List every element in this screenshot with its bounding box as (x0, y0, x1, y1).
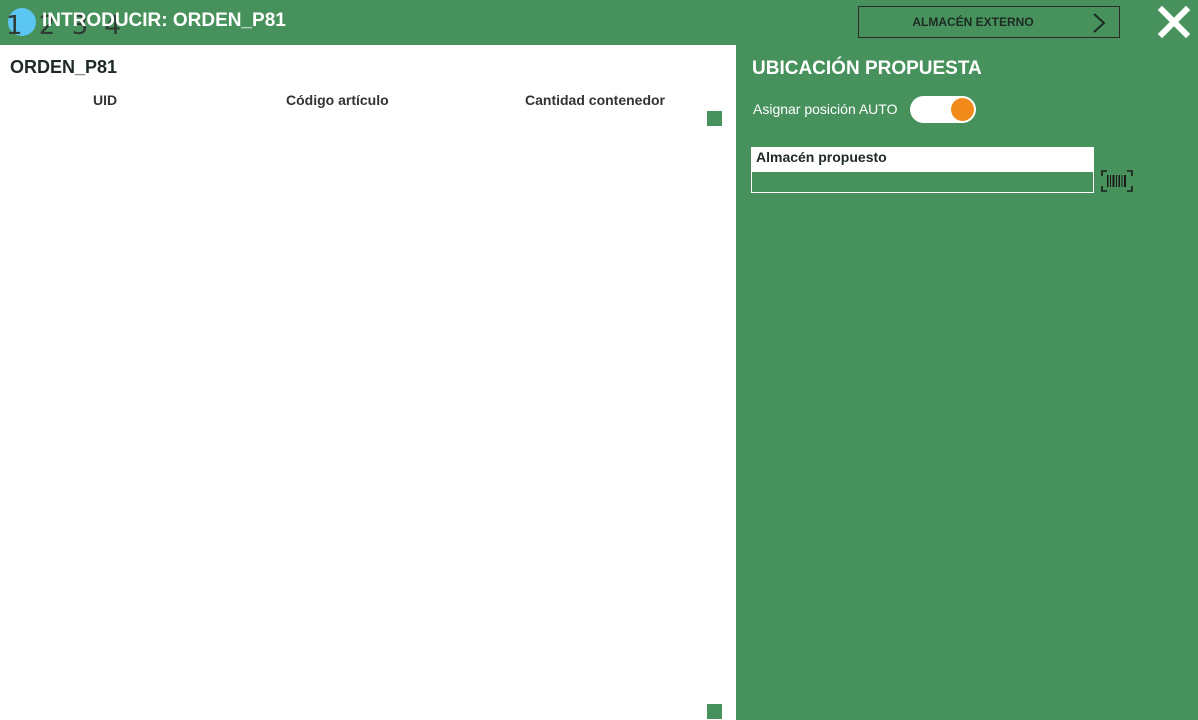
scroll-marker-bottom[interactable] (707, 704, 722, 719)
header-bar: 1 2 3 4 INTRODUCIR: ORDEN_P81 ALMACÉN EX… (0, 0, 1198, 45)
toggle-knob (951, 98, 974, 121)
auto-position-label: Asignar posición AUTO (753, 101, 898, 117)
column-header-uid: UID (93, 92, 118, 108)
order-title: ORDEN_P81 (10, 57, 118, 77)
external-warehouse-label: ALMACÉN EXTERNO (912, 15, 1034, 29)
column-header-item-code: Código artículo (286, 92, 389, 108)
location-title: UBICACIÓN PROPUESTA (752, 58, 982, 79)
chevron-right-icon (1093, 13, 1106, 33)
proposed-warehouse-label: Almacén propuesto (751, 147, 1094, 171)
location-panel: UBICACIÓN PROPUESTA Asignar posición AUT… (736, 45, 1198, 720)
external-warehouse-button[interactable]: ALMACÉN EXTERNO (858, 6, 1120, 38)
auto-position-toggle[interactable] (910, 96, 976, 123)
order-panel: ORDEN_P81 UID Código artículo Cantidad c… (0, 45, 736, 720)
column-header-container-quantity: Cantidad contenedor (525, 92, 666, 108)
barcode-scan-icon[interactable] (1100, 168, 1134, 194)
close-icon[interactable] (1156, 4, 1192, 40)
proposed-warehouse-input[interactable] (751, 171, 1094, 193)
scroll-marker-top[interactable] (707, 111, 722, 126)
page-title: INTRODUCIR: ORDEN_P81 (42, 10, 286, 31)
